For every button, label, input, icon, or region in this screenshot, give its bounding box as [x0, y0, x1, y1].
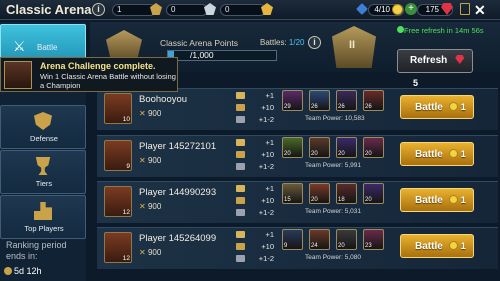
close-button[interactable]: ✕ — [474, 2, 486, 19]
opponent-avatar[interactable]: 10 — [104, 93, 132, 124]
reward-value: +1 — [265, 91, 274, 100]
reward-value: +1-2 — [258, 254, 274, 263]
reward-value: +1-2 — [258, 115, 274, 124]
team-power: Team Power: 5,080 — [305, 254, 362, 261]
opponent-power: ✕ 900 — [139, 156, 162, 165]
team-power: Team Power: 5,991 — [305, 162, 362, 169]
free-refresh-timer: Free refresh in 14m 56s — [404, 26, 484, 35]
battle-button[interactable]: Battle 1 — [400, 188, 474, 212]
challenge-description: Win 1 Classic Arena Battle without losin… — [40, 72, 176, 90]
swords-icon: ✕ — [139, 248, 146, 257]
champion-portrait[interactable]: 18 — [336, 183, 357, 204]
opponent-name: Boohooyou — [139, 94, 188, 105]
reward-value: +1 — [265, 138, 274, 147]
opponent-name: Player 145264099 — [139, 233, 217, 244]
coin-icon — [448, 241, 458, 250]
tab-tiers-label: Tiers — [35, 179, 53, 188]
reward-value: +1 — [265, 230, 274, 239]
tab-defense[interactable]: Defense — [0, 105, 86, 149]
champion-portrait[interactable]: 20 — [363, 183, 384, 204]
opponent-power: ✕ 900 — [139, 109, 162, 118]
gem-icon — [455, 55, 465, 64]
battle-button[interactable]: Battle 1 — [400, 234, 474, 258]
opponent-avatar[interactable]: 9 — [104, 140, 132, 171]
coin-icon — [448, 102, 458, 111]
opponent-avatar[interactable]: 12 — [104, 186, 132, 217]
coin-icon — [448, 149, 458, 158]
trophy-icon — [35, 157, 51, 175]
reward-value: +1-2 — [258, 162, 274, 171]
champion-portrait[interactable]: 23 — [363, 229, 384, 250]
swords-icon: ✕ — [139, 109, 146, 118]
reward-value: +1-2 — [258, 208, 274, 217]
champion-portrait[interactable]: 29 — [282, 90, 303, 111]
arena-points-label: Classic Arena Points — [160, 38, 238, 48]
gold-medal-counter: 0 — [166, 4, 208, 16]
silver-medal-counter: 1 — [112, 4, 156, 16]
champion-portrait[interactable]: 26 — [363, 90, 384, 111]
champion-portrait[interactable]: 26 — [309, 90, 330, 111]
arena-points-bar: /1,000 — [167, 50, 277, 61]
challenge-title: Arena Challenge complete. — [40, 61, 156, 71]
opponent-avatar[interactable]: 12 — [104, 232, 132, 263]
battles-counter: Battles: 1/20 — [260, 38, 305, 47]
tab-top-players[interactable]: Top Players — [0, 195, 86, 239]
clock-icon — [4, 267, 12, 275]
arena-info-button[interactable]: i — [308, 36, 321, 49]
champion-portrait[interactable]: 26 — [336, 90, 357, 111]
opponent-name: Player 145272101 — [139, 141, 217, 152]
podium-icon — [34, 202, 52, 220]
swords-icon: ✕ — [139, 156, 146, 165]
shield-icon — [34, 112, 52, 130]
tab-battle-label: Battle — [37, 43, 58, 52]
champion-portrait[interactable]: 9 — [282, 229, 303, 250]
reward-value: +10 — [261, 150, 274, 159]
team-power: Team Power: 5,031 — [305, 208, 362, 215]
team-power: Team Power: 10,583 — [305, 115, 365, 122]
opponent-power: ✕ 900 — [139, 248, 162, 257]
champion-portrait[interactable]: 24 — [309, 229, 330, 250]
swords-icon: ✕ — [139, 202, 146, 211]
platinum-medal-counter: 0 — [220, 4, 266, 16]
info-button[interactable]: i — [92, 3, 105, 16]
reward-value: +10 — [261, 103, 274, 112]
champion-portrait[interactable]: 20 — [336, 229, 357, 250]
page-title: Classic Arena — [6, 2, 92, 17]
ranking-timer: 5d 12h — [4, 266, 42, 276]
opponent-power: ✕ 900 — [139, 202, 162, 211]
champion-portrait[interactable]: 20 — [282, 137, 303, 158]
refresh-timer-icon — [397, 26, 404, 33]
champion-portrait[interactable]: 20 — [309, 137, 330, 158]
challenge-trophy-icon — [4, 61, 32, 89]
tab-top-players-label: Top Players — [24, 224, 64, 233]
battle-button[interactable]: Battle 1 — [400, 142, 474, 166]
ranking-period-label: Ranking period ends in: — [6, 240, 67, 261]
tab-tiers[interactable]: Tiers — [0, 150, 86, 194]
coin-icon — [392, 4, 403, 15]
shop-icon[interactable] — [460, 3, 470, 15]
champion-portrait[interactable]: 20 — [336, 137, 357, 158]
coin-icon — [448, 195, 458, 204]
opponent-name: Player 144990293 — [139, 187, 217, 198]
champion-portrait[interactable]: 15 — [282, 183, 303, 204]
champion-portrait[interactable]: 20 — [309, 183, 330, 204]
tab-defense-label: Defense — [30, 134, 58, 143]
reward-value: +10 — [261, 242, 274, 251]
crossed-swords-icon: ⚔ — [13, 38, 26, 54]
refresh-button[interactable]: Refresh5 — [397, 49, 473, 88]
champion-portrait[interactable]: 20 — [363, 137, 384, 158]
tier-numeral: II — [349, 39, 356, 51]
add-resource-button[interactable]: + — [405, 3, 417, 15]
reward-value: +10 — [261, 196, 274, 205]
reward-value: +1 — [265, 184, 274, 193]
battle-button[interactable]: Battle 1 — [400, 95, 474, 119]
